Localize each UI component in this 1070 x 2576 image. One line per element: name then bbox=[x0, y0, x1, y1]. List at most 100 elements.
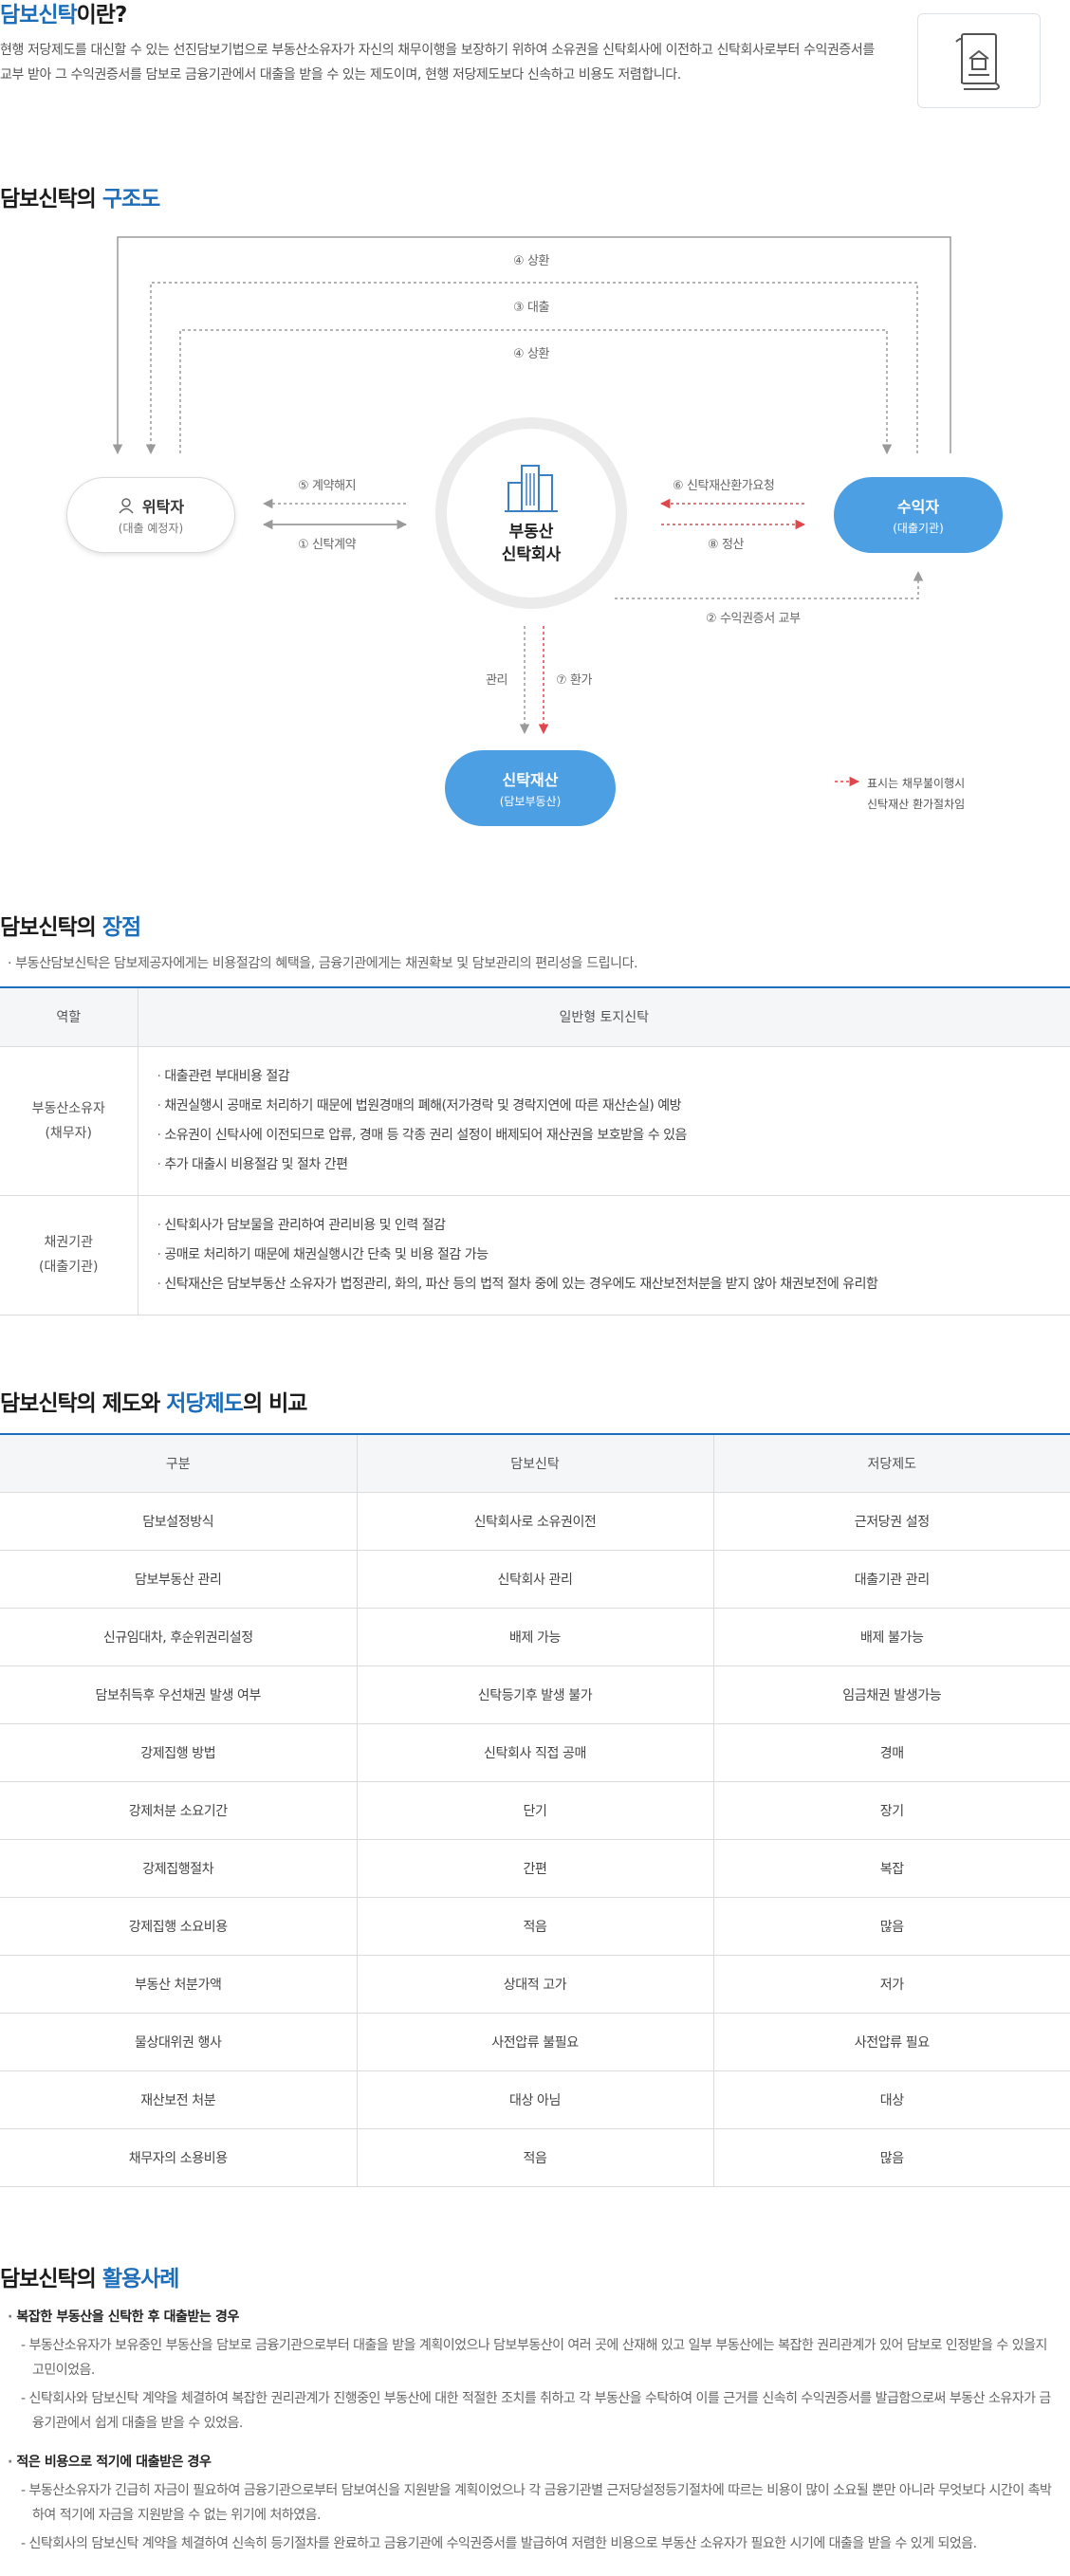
cell-mortgage: 저가 bbox=[713, 1955, 1070, 2014]
case-group: 복잡한 부동산을 신탁한 후 대출받는 경우 부동산소유자가 보유중인 부동산을… bbox=[8, 2307, 1061, 2436]
cell-category: 재산보전 처분 bbox=[0, 2070, 358, 2129]
cases-title-pre: 담보신탁의 bbox=[0, 2267, 102, 2291]
advantages-title: 담보신탁의 장점 bbox=[0, 909, 141, 941]
cell-category: 강제집행 소요비용 bbox=[0, 1897, 358, 1956]
table-row: 강제집행 소요비용 적음 많음 bbox=[0, 1897, 1070, 1956]
cell-mortgage: 근저당권 설정 bbox=[713, 1492, 1070, 1551]
intro-title: 담보신탁이란? bbox=[0, 0, 128, 28]
legend-line1: 표시는 채무불이행시 bbox=[867, 777, 966, 790]
cell-mortgage: 배제 불가능 bbox=[713, 1608, 1070, 1666]
trustor-name: 위탁자 bbox=[141, 498, 185, 516]
intro-icon-box bbox=[917, 13, 1041, 108]
cell-category: 담보설정방식 bbox=[0, 1492, 358, 1551]
list-item: 추가 대출시 비용절감 및 절차 간편 bbox=[157, 1150, 1070, 1180]
company-line2: 신탁회사 bbox=[501, 545, 562, 564]
node-beneficiary: 수익자 (대출기관) bbox=[834, 477, 1003, 553]
advantages-title-pre: 담보신탁의 bbox=[0, 915, 102, 940]
cell-mortgage: 복잡 bbox=[713, 1839, 1070, 1898]
cell-mortgage: 많음 bbox=[713, 2128, 1070, 2187]
list-item: 채권실행시 공매로 처리하기 때문에 법원경매의 폐해(저가경락 및 경락지연에… bbox=[157, 1092, 1070, 1121]
case-group: 적은 비용으로 적기에 대출받은 경우 부동산소유자가 긴급히 자금이 필요하여… bbox=[8, 2452, 1061, 2556]
col-role: 역할 bbox=[0, 987, 138, 1047]
cell-category: 신규임대차, 후순위권리설정 bbox=[0, 1608, 358, 1666]
building-icon bbox=[505, 465, 558, 512]
document-house-icon bbox=[955, 33, 1000, 90]
cell-trust: 신탁회사 관리 bbox=[357, 1550, 714, 1609]
list-item: 공매로 처리하기 때문에 채권실행시간 단축 및 비용 절감 가능 bbox=[157, 1241, 1070, 1270]
label-certificate: ② 수익권증서 교부 bbox=[706, 612, 801, 626]
label-convert: ⑦ 환가 bbox=[556, 673, 593, 688]
beneficiary-name: 수익자 bbox=[896, 498, 940, 516]
table-row: 물상대위권 행사 사전압류 불필요 사전압류 필요 bbox=[0, 2013, 1070, 2071]
col-mortgage: 저당제도 bbox=[713, 1434, 1070, 1493]
role-cell: 채권기관 (대출기관) bbox=[0, 1195, 138, 1316]
cell-category: 강제집행절차 bbox=[0, 1839, 358, 1898]
case-heading: 복잡한 부동산을 신탁한 후 대출받는 경우 bbox=[8, 2307, 1061, 2326]
cell-trust: 간편 bbox=[357, 1839, 714, 1898]
table-row: 부동산소유자 (채무자) 대출관련 부대비용 절감 채권실행시 공매로 처리하기… bbox=[0, 1046, 1070, 1196]
intro-title-rest: 이란? bbox=[76, 3, 128, 28]
cell-trust: 신탁회사로 소유권이전 bbox=[357, 1492, 714, 1551]
node-trust-asset: 신탁재산 (담보부동산) bbox=[445, 750, 616, 826]
list-item: 신탁회사가 담보물을 관리하여 관리비용 및 인력 절감 bbox=[157, 1211, 1070, 1241]
label-contract: ① 신탁계약 bbox=[298, 538, 357, 552]
cell-trust: 상대적 고가 bbox=[357, 1955, 714, 2014]
comparison-title-pre: 담보신탁의 제도와 bbox=[0, 1391, 167, 1416]
label-manage: 관리 bbox=[486, 673, 508, 688]
asset-name: 신탁재산 bbox=[502, 771, 559, 789]
list-item: 대출관련 부대비용 절감 bbox=[157, 1062, 1070, 1092]
cell-trust: 단기 bbox=[357, 1781, 714, 1840]
case-item: 부동산소유자가 긴급히 자금이 필요하여 금융기관으로부터 담보여신을 지원받을… bbox=[8, 2478, 1061, 2528]
node-trustor: 위탁자 (대출 예정자) bbox=[66, 477, 235, 553]
person-icon bbox=[119, 498, 134, 514]
cell-trust: 신탁등기후 발생 불가 bbox=[357, 1665, 714, 1724]
structure-diagram: ④ 상환 ③ 대출 ④ 상환 ⑤ 계약해지 ① 신탁계약 ⑥ 신탁재산환가요청 … bbox=[0, 223, 1070, 839]
comparison-table: 구분 담보신탁 저당제도 담보설정방식 신탁회사로 소유권이전 근저당권 설정 담보… bbox=[0, 1433, 1070, 2187]
cell-category: 담보부동산 관리 bbox=[0, 1550, 358, 1609]
role-cell: 부동산소유자 (채무자) bbox=[0, 1046, 138, 1196]
advantages-table: 역할 일반형 토지신탁 부동산소유자 (채무자) 대출관련 부대비용 절감 채권… bbox=[0, 986, 1070, 1316]
trustor-sub: (대출 예정자) bbox=[118, 522, 184, 535]
structure-title-pre: 담보신탁의 bbox=[0, 187, 102, 212]
cases-title-highlight: 활용사례 bbox=[101, 2267, 180, 2291]
col-trust: 담보신탁 bbox=[357, 1434, 714, 1493]
cell-mortgage: 장기 bbox=[713, 1781, 1070, 1840]
label-loan: ③ 대출 bbox=[513, 301, 550, 315]
cell-category: 부동산 처분가액 bbox=[0, 1955, 358, 2014]
intro-text: 현행 저당제도를 대신할 수 있는 선진담보기법으로 부동산소유자가 자신의 채… bbox=[0, 43, 875, 83]
table-row: 담보부동산 관리 신탁회사 관리 대출기관 관리 bbox=[0, 1550, 1070, 1609]
table-row: 재산보전 처분 대상 아님 대상 bbox=[0, 2070, 1070, 2129]
table-row: 강제처분 소요기간 단기 장기 bbox=[0, 1781, 1070, 1840]
beneficiary-sub: (대출기관) bbox=[893, 522, 944, 535]
case-item: 부동산소유자가 보유중인 부동산을 담보로 금융기관으로부터 대출을 받을 계획… bbox=[8, 2333, 1061, 2383]
cell-mortgage: 임금채권 발생가능 bbox=[713, 1665, 1070, 1724]
cell-mortgage: 대출기관 관리 bbox=[713, 1550, 1070, 1609]
cell-trust: 적음 bbox=[357, 2128, 714, 2187]
table-row: 신규임대차, 후순위권리설정 배제 가능 배제 불가능 bbox=[0, 1608, 1070, 1666]
cell-mortgage: 대상 bbox=[713, 2070, 1070, 2129]
cell-category: 담보취득후 우선채권 발생 여부 bbox=[0, 1665, 358, 1724]
role-sub: (대출기관) bbox=[39, 1260, 99, 1275]
table-row: 채무자의 소용비용 적음 많음 bbox=[0, 2128, 1070, 2187]
cell-trust: 사전압류 불필요 bbox=[357, 2013, 714, 2071]
label-settle: ⑧ 정산 bbox=[708, 538, 745, 552]
node-trust-company: 부동산 신탁회사 bbox=[435, 417, 627, 609]
diagram-legend: 표시는 채무불이행시 신탁재산 환가절차임 bbox=[835, 773, 965, 815]
label-repay-inner: ④ 상환 bbox=[513, 347, 550, 361]
cell-trust: 대상 아님 bbox=[357, 2070, 714, 2129]
advantages-title-highlight: 장점 bbox=[101, 915, 141, 940]
items-cell: 대출관련 부대비용 절감 채권실행시 공매로 처리하기 때문에 법원경매의 폐해… bbox=[138, 1046, 1070, 1196]
cell-mortgage: 많음 bbox=[713, 1897, 1070, 1956]
cell-category: 강제처분 소요기간 bbox=[0, 1781, 358, 1840]
label-repay-outer: ④ 상환 bbox=[513, 254, 550, 268]
legend-line2: 신탁재산 환가절차임 bbox=[867, 798, 966, 811]
table-row: 담보설정방식 신탁회사로 소유권이전 근저당권 설정 bbox=[0, 1492, 1070, 1551]
list-item: 소유권이 신탁사에 이전되므로 압류, 경매 등 각종 권리 설정이 배제되어 … bbox=[157, 1121, 1070, 1150]
table-row: 담보취득후 우선채권 발생 여부 신탁등기후 발생 불가 임금채권 발생가능 bbox=[0, 1665, 1070, 1724]
cell-trust: 적음 bbox=[357, 1897, 714, 1956]
asset-sub: (담보부동산) bbox=[499, 795, 562, 808]
structure-title-highlight: 구조도 bbox=[101, 187, 160, 212]
comparison-title: 담보신탁의 제도와 저당제도의 비교 bbox=[0, 1385, 307, 1417]
comparison-title-post: 의 비교 bbox=[242, 1391, 307, 1416]
table-row: 채권기관 (대출기관) 신탁회사가 담보물을 관리하여 관리비용 및 인력 절감… bbox=[0, 1195, 1070, 1316]
